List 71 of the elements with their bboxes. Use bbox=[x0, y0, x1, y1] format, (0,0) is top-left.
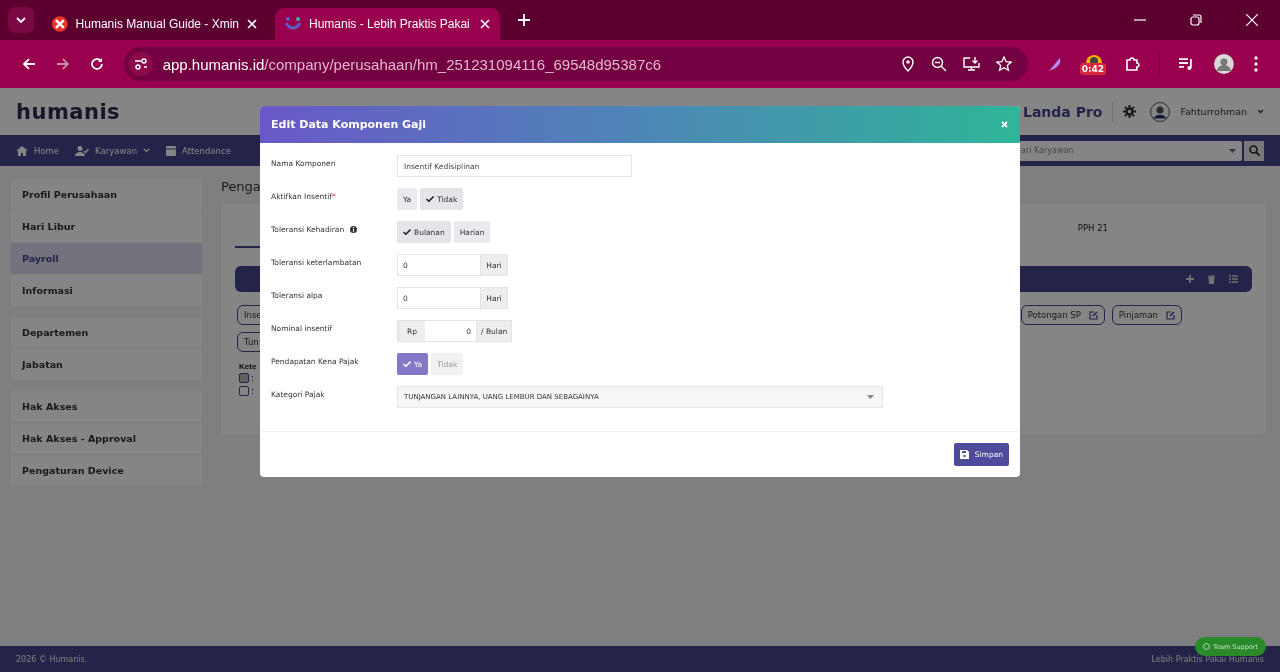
info-icon[interactable] bbox=[350, 226, 358, 233]
sidebar-item[interactable]: Hak Akses bbox=[11, 391, 202, 423]
home-icon bbox=[16, 145, 28, 156]
extension-button[interactable]: 0:42 bbox=[1081, 51, 1106, 77]
caret-icon bbox=[867, 395, 874, 399]
sidebar-item[interactable]: Profil Perusahaan bbox=[11, 179, 202, 211]
new-tab-icon[interactable] bbox=[518, 14, 530, 26]
sidebar-item[interactable]: Informasi bbox=[11, 275, 202, 307]
profile-avatar-icon[interactable] bbox=[1214, 54, 1234, 74]
timer-badge: 0:42 bbox=[1079, 63, 1107, 75]
user-check-icon bbox=[75, 145, 90, 156]
add-icon[interactable] bbox=[1186, 275, 1194, 283]
component-chip[interactable]: Pinjaman bbox=[1111, 305, 1182, 325]
nav-item[interactable]: Karyawan bbox=[75, 145, 151, 156]
trash-icon[interactable] bbox=[1208, 274, 1215, 284]
search-button[interactable] bbox=[1244, 140, 1264, 161]
legend-title: Kete bbox=[239, 362, 257, 371]
reload-icon[interactable] bbox=[89, 57, 104, 71]
component-chip[interactable]: Potongan SP bbox=[1020, 305, 1105, 325]
sidebar-item[interactable]: Payroll bbox=[11, 243, 202, 275]
copyright-text: 2026 © Humanis. bbox=[16, 654, 88, 664]
settings-icon[interactable] bbox=[1123, 105, 1137, 118]
zoom-out-icon[interactable] bbox=[930, 56, 947, 72]
close-icon[interactable] bbox=[1246, 14, 1258, 26]
close-icon[interactable] bbox=[247, 19, 257, 29]
dialog-title: Edit Data Komponen Gaji bbox=[271, 118, 427, 131]
sidebar-item[interactable]: Pengaturan Device bbox=[11, 455, 202, 487]
search-icon bbox=[1248, 145, 1260, 156]
restore-icon[interactable] bbox=[1190, 14, 1202, 26]
plan-name: Landa Pro bbox=[1023, 103, 1103, 120]
edit-icon bbox=[1166, 310, 1175, 320]
nav-item[interactable]: Attendance bbox=[166, 145, 231, 156]
page-heading: Penga bbox=[221, 179, 261, 196]
chat-icon bbox=[1203, 643, 1211, 650]
caret-icon bbox=[143, 148, 151, 153]
close-icon[interactable] bbox=[480, 19, 490, 29]
humanis-icon bbox=[285, 16, 301, 32]
sidebar-item[interactable]: Departemen bbox=[11, 317, 202, 349]
edit-icon bbox=[1088, 310, 1098, 320]
media-queue-icon[interactable] bbox=[1178, 57, 1195, 71]
browser-tab[interactable]: Humanis Manual Guide - Xmin bbox=[42, 8, 267, 40]
back-icon[interactable] bbox=[22, 57, 36, 71]
location-pin-icon[interactable] bbox=[900, 56, 915, 72]
address-bar[interactable]: app.humanis.id/company/perusahaan/hm_251231094116_69548d95387c6 bbox=[123, 47, 1028, 81]
caret-icon bbox=[16, 17, 26, 23]
caret-icon[interactable] bbox=[1257, 109, 1264, 114]
star-icon[interactable] bbox=[995, 56, 1012, 72]
sidebar-item[interactable]: Jabatan bbox=[11, 349, 202, 381]
caret-icon bbox=[1229, 148, 1236, 153]
sidebar-item[interactable]: Hak Akses - Approval bbox=[11, 423, 202, 455]
forward-icon[interactable] bbox=[55, 57, 70, 71]
check-icon bbox=[426, 196, 435, 202]
nav-item[interactable]: Home bbox=[16, 145, 60, 156]
legend-text: : bbox=[251, 372, 254, 383]
user-avatar-icon[interactable] bbox=[1150, 101, 1171, 122]
puzzle-icon[interactable] bbox=[1125, 56, 1142, 72]
menu-icon[interactable] bbox=[1254, 56, 1258, 72]
check-icon bbox=[403, 229, 411, 235]
url-text: app.humanis.id/company/perusahaan/hm_251231094116_69548d95387c6 bbox=[162, 55, 662, 73]
feather-icon[interactable] bbox=[1047, 56, 1062, 72]
xmind-icon bbox=[52, 16, 68, 32]
check-icon bbox=[403, 361, 411, 367]
user-menu[interactable]: Fahturrohman bbox=[1180, 106, 1247, 117]
install-icon[interactable] bbox=[962, 56, 980, 72]
tab-search-button[interactable] bbox=[8, 7, 34, 33]
legend-text: : bbox=[251, 385, 254, 396]
site-settings-icon[interactable] bbox=[128, 52, 153, 76]
humanis-logo[interactable]: humanis bbox=[16, 99, 121, 124]
calendar-icon bbox=[166, 145, 177, 156]
tab[interactable]: PPH 21 bbox=[1077, 222, 1108, 233]
browser-tab[interactable]: Humanis - Lebih Praktis Pakai bbox=[275, 8, 500, 40]
